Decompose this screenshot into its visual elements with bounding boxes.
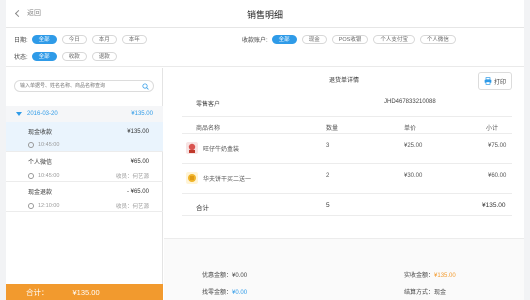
col-qty: 数量 [326,126,339,132]
product-milk-image [186,142,198,154]
account-chip-cash[interactable]: 现金 [301,35,327,44]
search-input[interactable] [20,81,138,91]
record-item[interactable]: 现金收款 ¥135.00 10:45:00 [6,122,163,152]
clock-icon [28,142,34,148]
account-chip-all[interactable]: 全部 [271,35,297,44]
record-time: 12:10:00 [38,203,60,209]
clock-icon [28,173,34,179]
item-price: ¥30.00 [404,173,423,179]
record-type: 个人微信 [28,160,53,166]
detail-title: 退货单详情 [328,78,359,84]
method-line: 结算方式：现金 [404,287,446,296]
discount-line: 优惠金额：¥0.00 [202,270,247,279]
account-filter: 收款账户: 全部 现金 POS收银 个人支付宝 个人微信 [242,35,461,44]
account-chip-pos[interactable]: POS收银 [331,35,369,44]
printer-icon [484,77,492,85]
caret-down-icon [16,112,22,116]
record-cashier: 收员：何艺源 [115,174,149,180]
product-cell: 旺仔牛奶盒装 [186,142,239,154]
change-value: ¥0.00 [232,290,248,296]
col-price: 单价 [404,126,417,132]
product-cell: 华夫饼干买二送一 [186,172,251,184]
date-chip-today[interactable]: 今日 [61,35,87,44]
items-table: 商品名称 数量 单价 小计 旺仔牛奶盒装 3 ¥25.00 ¥75.00 华夫饼… [182,116,512,216]
account-chip-wechat[interactable]: 个人微信 [419,35,456,44]
payment-summary: 优惠金额：¥0.00 找零金额：¥0.00 实收金额：¥135.00 结算方式：… [164,238,524,300]
print-button[interactable]: 打印 [478,72,512,90]
product-waffle-image [186,172,198,184]
record-type: 现金退款 [28,190,53,196]
status-chip-all[interactable]: 全部 [31,52,57,61]
status-chip-receipt[interactable]: 收款 [61,52,87,61]
total-amount: ¥135.00 [482,202,506,209]
status-chip-refund[interactable]: 退款 [91,52,117,61]
record-type: 现金收款 [28,130,53,136]
total-label: 合计 [196,205,209,212]
search-box [14,80,154,92]
status-filter-label: 状态: [14,55,28,61]
search-icon[interactable] [142,83,149,90]
page-title: 销售明细 [246,10,283,20]
record-cashier: 收员：何艺源 [115,204,149,210]
total-footer: 合计： ¥135.00 [6,284,163,300]
order-number: JHD467833210088 [384,99,436,105]
status-filter: 状态: 全部 收款 退款 [14,52,122,61]
date-chip-all[interactable]: 全部 [31,35,57,44]
account-filter-label: 收款账户: [242,38,268,44]
record-time: 10:45:00 [38,142,60,148]
record-amount: ¥65.00 [130,158,149,165]
footer-label: 合计： [26,287,49,297]
date-chip-year[interactable]: 本年 [121,35,147,44]
item-qty: 2 [326,173,330,179]
footer-amount: ¥135.00 [72,287,100,297]
print-label: 打印 [493,79,506,86]
product-name: 华夫饼干买二送一 [203,176,252,183]
discount-value: ¥0.00 [232,273,248,279]
account-chip-alipay[interactable]: 个人支付宝 [373,35,415,44]
change-label: 找零金额： [202,290,233,296]
app-frame: 返回 销售明细 日期: 全部 今日 本月 本年 状态: 全部 收款 退款 收款账… [6,0,524,300]
order-detail-panel: 退货单详情 打印 零售客户 JHD467833210088 商品名称 数量 单价… [164,68,524,300]
item-subtotal: ¥75.00 [488,143,507,149]
day-group-date: 2016-03-20 [27,111,58,117]
total-qty: 5 [326,202,330,209]
date-filter: 日期: 全部 今日 本月 本年 [14,35,152,44]
table-row: 旺仔牛奶盒装 3 ¥25.00 ¥75.00 [182,134,512,164]
col-subtotal: 小计 [486,126,499,132]
paid-label: 实收金额： [404,273,435,279]
day-group-amount: ¥135.00 [131,111,153,117]
method-value: 现金 [434,290,447,296]
table-row: 华夫饼干买二送一 2 ¥30.00 ¥60.00 [182,164,512,194]
product-name: 旺仔牛奶盒装 [203,146,240,153]
filter-bar: 日期: 全部 今日 本月 本年 状态: 全部 收款 退款 收款账户: 全部 现金… [6,29,524,67]
change-line: 找零金额：¥0.00 [202,287,247,296]
total-row: 合计 5 ¥135.00 [182,194,512,216]
method-label: 结算方式： [404,290,435,296]
paid-line: 实收金额：¥135.00 [404,270,456,279]
record-item[interactable]: 现金退款 - ¥65.00 12:10:00 收员：何艺源 [6,182,163,212]
record-item[interactable]: 个人微信 ¥65.00 10:45:00 收员：何艺源 [6,152,163,182]
record-list-panel: 2016-03-20 ¥135.00 现金收款 ¥135.00 10:45:00… [6,68,163,300]
item-subtotal: ¥60.00 [488,173,507,179]
table-header: 商品名称 数量 单价 小计 [182,116,512,134]
record-amount: ¥135.00 [127,128,149,135]
col-name: 商品名称 [196,126,221,132]
header: 返回 销售明细 [6,0,524,28]
paid-value: ¥135.00 [434,273,456,279]
item-qty: 3 [326,143,330,149]
clock-icon [28,203,34,209]
customer-name: 零售客户 [196,102,221,108]
discount-label: 优惠金额： [202,273,233,279]
item-price: ¥25.00 [404,143,423,149]
date-filter-label: 日期: [14,38,28,44]
record-time: 10:45:00 [38,173,60,179]
record-amount: - ¥65.00 [126,188,149,195]
date-chip-month[interactable]: 本月 [91,35,117,44]
day-group-header[interactable]: 2016-03-20 ¥135.00 [6,106,163,122]
